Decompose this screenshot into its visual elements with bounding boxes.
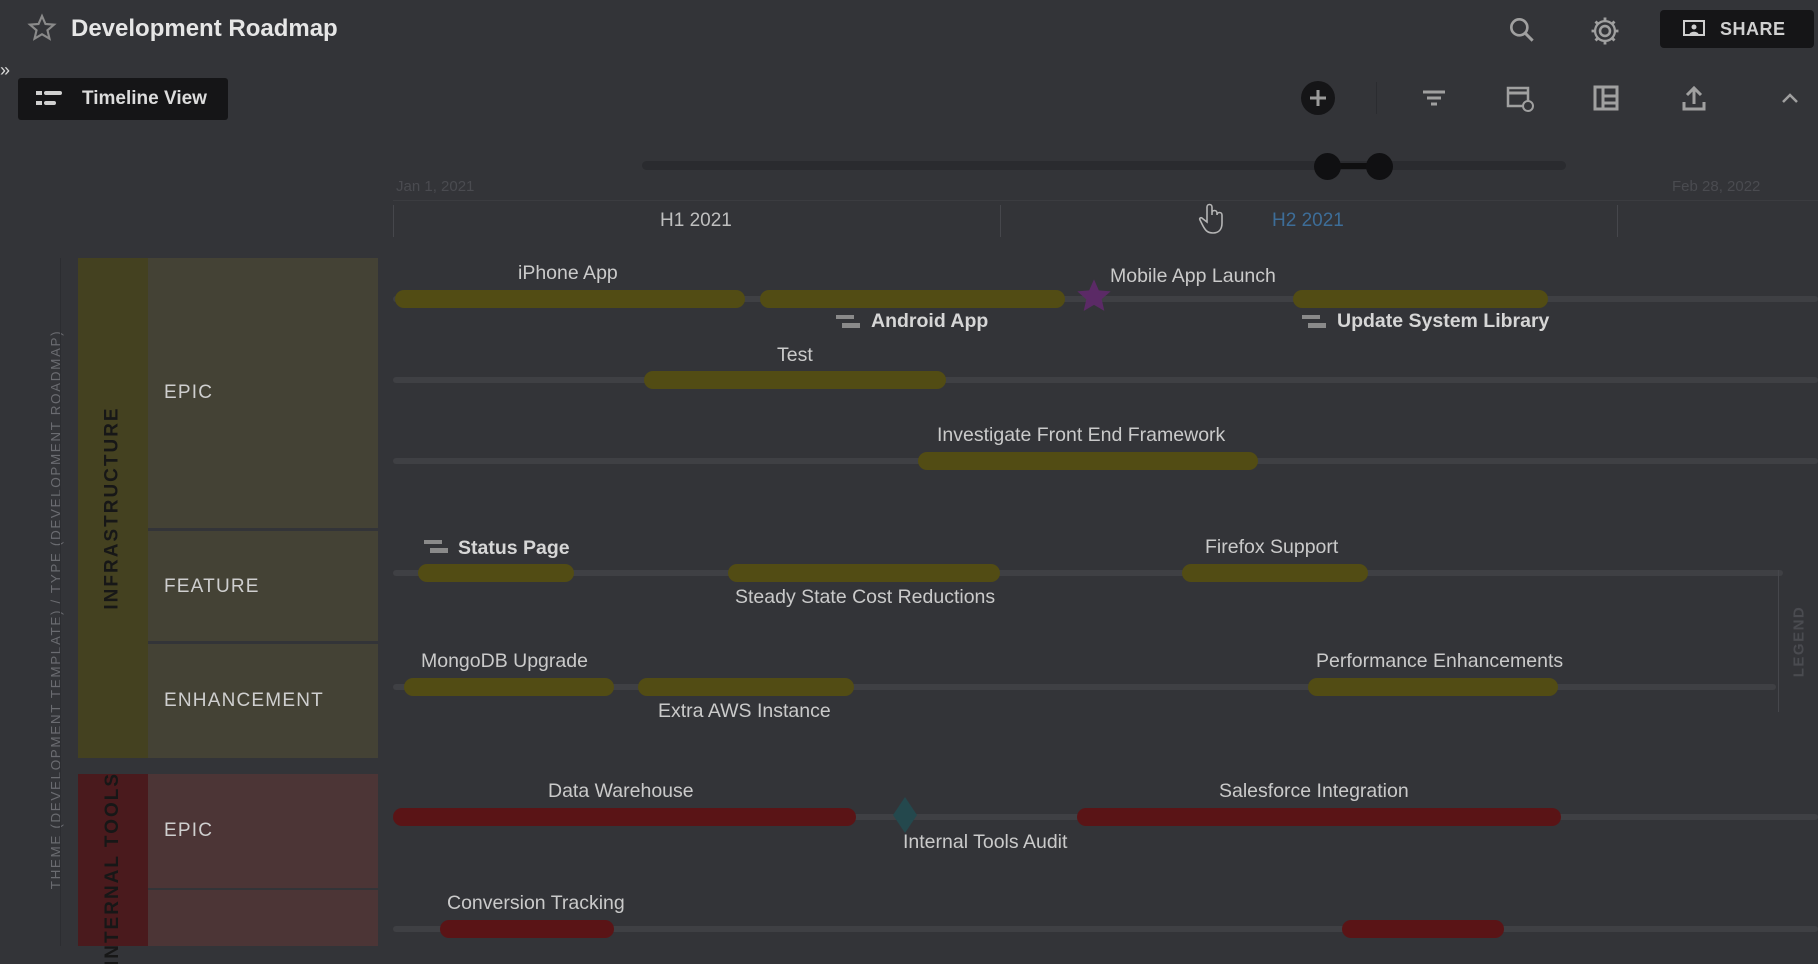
row-internal-next bbox=[148, 890, 378, 946]
bar-status-page[interactable] bbox=[418, 564, 574, 582]
sidebar-border bbox=[60, 258, 61, 946]
label-performance: Performance Enhancements bbox=[1316, 650, 1564, 672]
bar-investigate[interactable] bbox=[918, 452, 1258, 470]
timeline-icon bbox=[36, 91, 62, 105]
row-label-enhancement: ENHANCEMENT bbox=[164, 690, 324, 711]
period-divider bbox=[1000, 205, 1001, 237]
lane-track bbox=[393, 377, 1818, 383]
group-infrastructure-label: INFRASTRUCTURE bbox=[102, 406, 123, 610]
label-internal-audit: Internal Tools Audit bbox=[903, 831, 1068, 853]
bar-test[interactable] bbox=[644, 371, 946, 389]
add-circle-icon[interactable] bbox=[1300, 80, 1336, 116]
label-extra-aws: Extra AWS Instance bbox=[658, 700, 831, 722]
row-label-epic: EPIC bbox=[164, 820, 214, 841]
favorite-star-icon[interactable] bbox=[26, 12, 58, 44]
epic-icon bbox=[1302, 314, 1326, 332]
milestone-star-icon[interactable] bbox=[1074, 276, 1114, 321]
period-divider bbox=[393, 205, 394, 237]
label-investigate: Investigate Front End Framework bbox=[937, 424, 1226, 446]
period-divider bbox=[1617, 205, 1618, 237]
timeline-range-slider[interactable] bbox=[642, 161, 1566, 170]
share-button[interactable]: SHARE bbox=[1660, 10, 1814, 48]
bar-iphone-app[interactable] bbox=[395, 290, 745, 308]
collapse-chevron-icon[interactable] bbox=[1772, 80, 1808, 116]
label-firefox: Firefox Support bbox=[1205, 536, 1339, 558]
gear-icon[interactable] bbox=[1588, 14, 1622, 48]
start-date: Jan 1, 2021 bbox=[396, 178, 475, 195]
filter-icon[interactable] bbox=[1416, 80, 1452, 116]
bar-update-library[interactable] bbox=[1293, 290, 1548, 308]
label-data-warehouse: Data Warehouse bbox=[548, 780, 694, 802]
timeline-axis bbox=[393, 200, 1818, 201]
bar-steady-state[interactable] bbox=[728, 564, 1000, 582]
label-mongodb: MongoDB Upgrade bbox=[421, 650, 588, 672]
group-internal-tools-label: INTERNAL TOOLS bbox=[102, 774, 123, 964]
lane-track bbox=[393, 570, 1783, 576]
bar-mongodb[interactable] bbox=[404, 678, 614, 696]
label-steady-state: Steady State Cost Reductions bbox=[735, 586, 996, 608]
timeline-view-button[interactable]: Timeline View bbox=[18, 78, 228, 120]
bar-data-warehouse[interactable] bbox=[393, 808, 856, 826]
epic-icon bbox=[836, 314, 860, 332]
label-status-page: Status Page bbox=[458, 537, 570, 559]
toolbar-divider bbox=[1376, 82, 1377, 114]
bar-performance[interactable] bbox=[1308, 678, 1558, 696]
bar-conversion[interactable] bbox=[440, 920, 614, 938]
end-date: Feb 28, 2022 bbox=[1672, 178, 1761, 195]
page-title: Development Roadmap bbox=[71, 15, 338, 42]
label-conversion: Conversion Tracking bbox=[447, 892, 625, 914]
layout-icon[interactable] bbox=[1588, 80, 1624, 116]
search-icon[interactable] bbox=[1506, 14, 1538, 46]
slider-end-handle[interactable] bbox=[1366, 153, 1393, 180]
view-label: Timeline View bbox=[82, 88, 207, 109]
calendar-edit-icon[interactable] bbox=[1502, 80, 1538, 116]
row-label-feature: FEATURE bbox=[164, 576, 260, 597]
bar-android-app[interactable] bbox=[760, 290, 1065, 308]
hand-cursor-icon bbox=[1198, 202, 1228, 241]
bar-extra-aws[interactable] bbox=[638, 678, 854, 696]
upload-icon[interactable] bbox=[1676, 80, 1712, 116]
label-mobile-launch: Mobile App Launch bbox=[1110, 265, 1276, 287]
label-salesforce: Salesforce Integration bbox=[1219, 780, 1409, 802]
period-h1-2021[interactable]: H1 2021 bbox=[660, 210, 732, 232]
label-test: Test bbox=[777, 344, 813, 366]
share-label: SHARE bbox=[1720, 18, 1786, 39]
legend-tab[interactable]: LEGEND bbox=[1778, 570, 1818, 712]
share-screen-icon bbox=[1683, 20, 1705, 36]
bar-unlabeled[interactable] bbox=[1342, 920, 1504, 938]
bar-salesforce[interactable] bbox=[1077, 808, 1561, 826]
expand-sidebar-icon[interactable]: » bbox=[0, 60, 10, 81]
slider-start-handle[interactable] bbox=[1314, 153, 1341, 180]
label-iphone-app: iPhone App bbox=[518, 262, 618, 284]
grouping-label: THEME (DEVELOPMENT TEMPLATE) / TYPE (DEV… bbox=[48, 329, 64, 889]
bar-firefox[interactable] bbox=[1182, 564, 1368, 582]
epic-icon bbox=[424, 539, 448, 557]
period-h2-2021[interactable]: H2 2021 bbox=[1272, 210, 1344, 232]
row-label-epic: EPIC bbox=[164, 382, 214, 403]
label-update-library: Update System Library bbox=[1337, 310, 1550, 332]
label-android-app: Android App bbox=[871, 310, 989, 332]
